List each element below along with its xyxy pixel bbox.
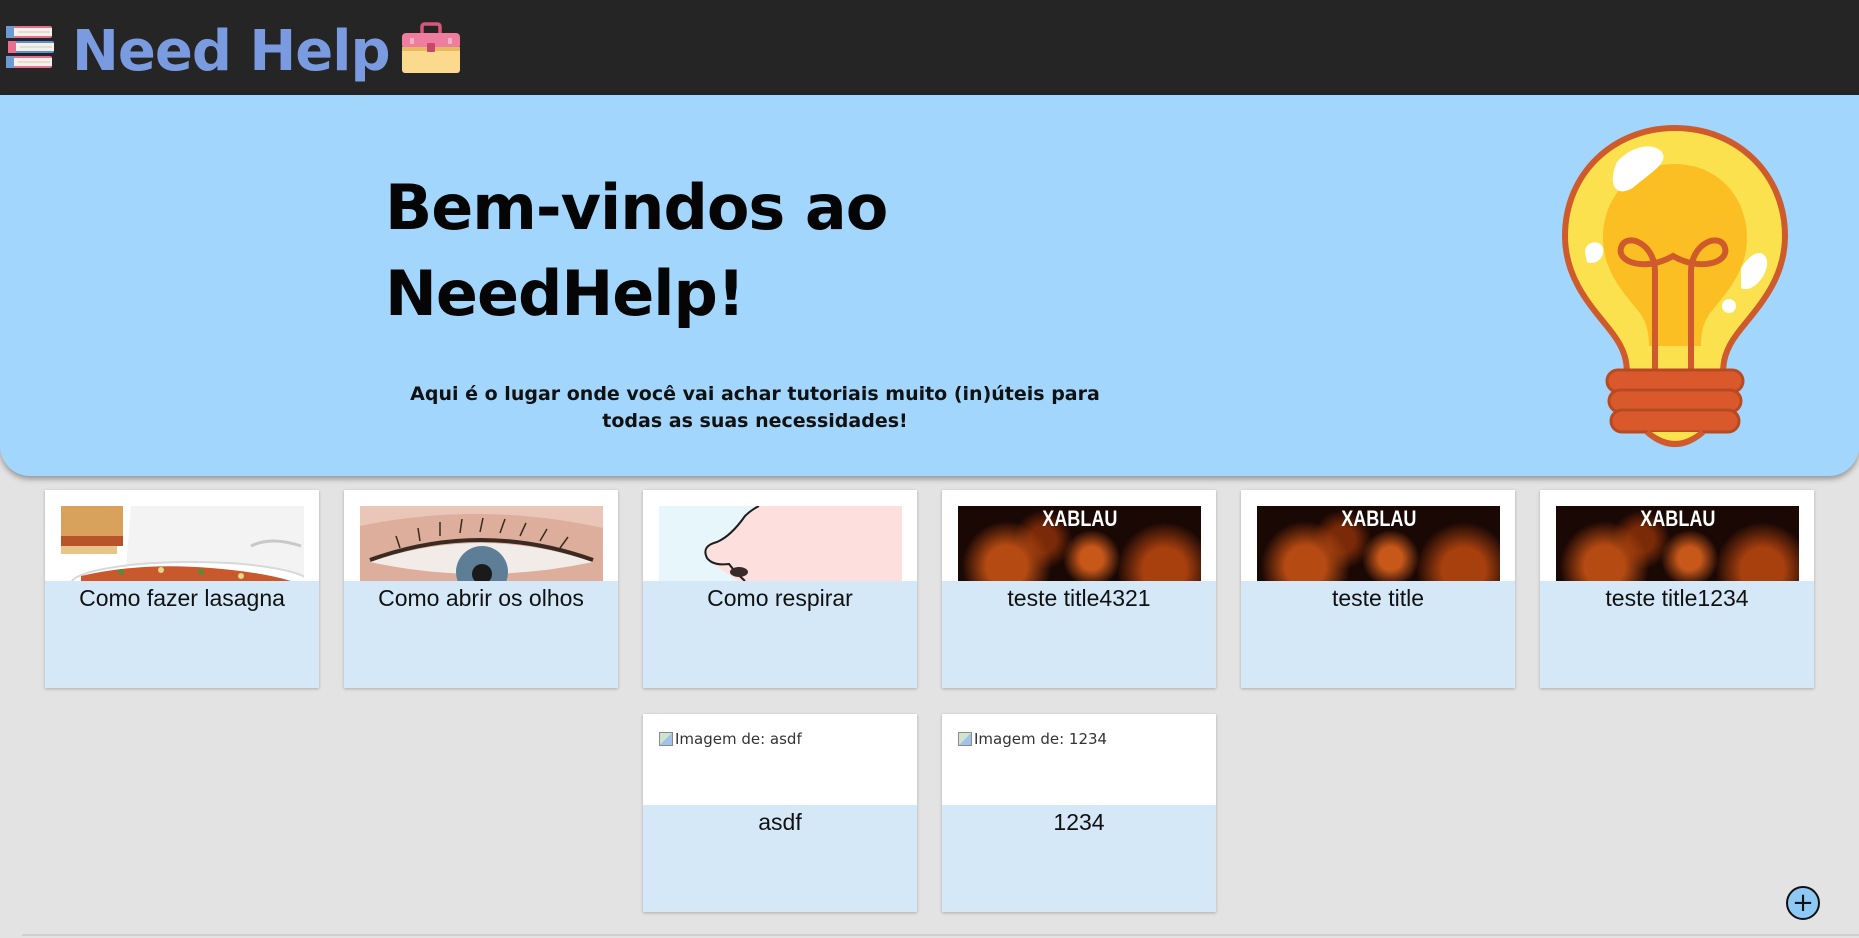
xablau-caption: XABLAU [1639,506,1716,531]
add-tutorial-button[interactable]: + [1786,886,1820,920]
tutorial-title[interactable]: teste title4321 [942,585,1216,612]
nose-image [659,506,902,581]
tutorial-card[interactable]: XABLAU teste title4321 [942,490,1216,688]
toolbox-icon [401,21,460,73]
tutorial-title[interactable]: Como respirar [643,585,917,612]
lightbulb-icon [1561,124,1789,447]
tutorial-title[interactable]: teste title [1241,585,1515,612]
books-icon [6,25,54,68]
broken-image: Imagem de: 1234 [958,730,1107,748]
tutorial-card[interactable]: Como abrir os olhos [344,490,618,688]
tutorial-title[interactable]: asdf [643,809,917,836]
tutorial-title[interactable]: 1234 [942,809,1216,836]
tutorial-card[interactable]: Como fazer lasagna [45,490,319,688]
broken-image-icon [958,732,972,746]
image-alt-text: Imagem de: 1234 [974,730,1108,748]
xablau-caption: XABLAU [1041,506,1118,531]
brand-title[interactable]: Need Help [72,23,391,80]
tutorial-card[interactable]: XABLAU teste title1234 [1540,490,1814,688]
divider [22,934,1859,936]
xablau-image: XABLAU [1257,506,1500,581]
hero-banner: Bem-vindos ao NeedHelp! Aqui é o lugar o… [0,95,1859,476]
tutorial-card[interactable]: Imagem de: 1234 1234 [942,714,1216,912]
tutorial-title[interactable]: Como abrir os olhos [344,585,618,612]
image-alt-text: Imagem de: asdf [675,730,802,748]
plus-icon: + [1792,888,1814,918]
brand-logo[interactable]: Need Help [4,20,462,79]
lasagna-image [61,506,304,581]
hero-subtitle: Aqui é o lugar onde você vai achar tutor… [410,383,1100,432]
xablau-caption: XABLAU [1340,506,1417,531]
eye-image [360,506,603,581]
tutorial-card[interactable]: XABLAU teste title [1241,490,1515,688]
tutorial-card[interactable]: Imagem de: asdf asdf [643,714,917,912]
xablau-image: XABLAU [1556,506,1799,581]
tutorial-card[interactable]: Como respirar [643,490,917,688]
tutorial-title[interactable]: teste title1234 [1540,585,1814,612]
hero-title: Bem-vindos ao NeedHelp! [385,171,888,330]
broken-image: Imagem de: asdf [659,730,802,748]
tutorial-title[interactable]: Como fazer lasagna [45,585,319,612]
top-navbar: Need Help [0,0,1859,95]
broken-image-icon [659,732,673,746]
xablau-image: XABLAU [958,506,1201,581]
